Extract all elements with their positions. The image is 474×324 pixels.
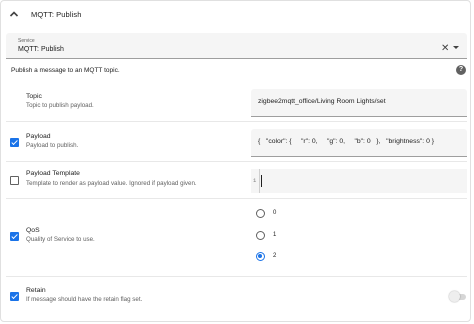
topic-input[interactable]: zigbee2mqtt_office/Living Room Lights/se… bbox=[251, 89, 467, 117]
payload-value: { "color": { "r": 0, "g": 0, "b": 0 }, "… bbox=[258, 138, 435, 145]
service-card: MQTT: Publish Service MQTT: Publish ✕ Pu… bbox=[0, 0, 471, 322]
topic-value: zigbee2mqtt_office/Living Room Lights/se… bbox=[258, 98, 386, 105]
text-cursor bbox=[261, 175, 262, 187]
payload-template-description: Template to render as payload value. Ign… bbox=[26, 180, 197, 187]
payload-template-name: Payload Template bbox=[26, 170, 80, 177]
dropdown-arrow-icon[interactable] bbox=[453, 46, 459, 49]
payload-checkbox[interactable] bbox=[10, 138, 19, 147]
topic-description: Topic to publish payload. bbox=[26, 102, 94, 109]
clear-icon[interactable]: ✕ bbox=[441, 43, 449, 54]
topic-name: Topic bbox=[26, 93, 42, 100]
qos-option-label: 1 bbox=[273, 232, 277, 238]
divider bbox=[6, 198, 467, 199]
retain-description: If message should have the retain flag s… bbox=[26, 296, 143, 303]
retain-toggle-knob[interactable] bbox=[449, 291, 460, 302]
qos-checkbox[interactable] bbox=[10, 232, 19, 241]
payload-name: Payload bbox=[26, 133, 51, 140]
line-number: 1 bbox=[253, 177, 257, 184]
payload-description: Payload to publish. bbox=[26, 142, 79, 149]
card-title: MQTT: Publish bbox=[31, 10, 82, 19]
retain-name: Retain bbox=[26, 287, 46, 294]
payload-input[interactable]: { "color": { "r": 0, "g": 0, "b": 0 }, "… bbox=[251, 129, 467, 157]
payload-template-checkbox[interactable] bbox=[10, 176, 19, 185]
chevron-up-icon[interactable] bbox=[8, 8, 20, 20]
payload-template-editor[interactable]: 1 bbox=[251, 169, 467, 193]
divider bbox=[6, 276, 467, 277]
divider bbox=[6, 161, 467, 162]
qos-option-label: 0 bbox=[273, 210, 277, 216]
qos-radio-1[interactable] bbox=[256, 231, 265, 240]
service-description: Publish a message to an MQTT topic. bbox=[11, 67, 120, 74]
help-icon[interactable]: ? bbox=[456, 65, 466, 75]
retain-checkbox[interactable] bbox=[10, 292, 19, 301]
qos-radio-2[interactable] bbox=[256, 252, 265, 261]
service-label: Service bbox=[18, 38, 35, 44]
service-value: MQTT: Publish bbox=[18, 46, 64, 53]
service-select[interactable]: Service MQTT: Publish bbox=[6, 33, 467, 59]
qos-option-label: 2 bbox=[273, 253, 277, 259]
card-header[interactable]: MQTT: Publish bbox=[1, 1, 470, 31]
qos-description: Quality of Service to use. bbox=[26, 236, 95, 243]
divider bbox=[6, 121, 467, 122]
qos-radio-0[interactable] bbox=[256, 209, 265, 218]
qos-name: QoS bbox=[26, 227, 40, 234]
